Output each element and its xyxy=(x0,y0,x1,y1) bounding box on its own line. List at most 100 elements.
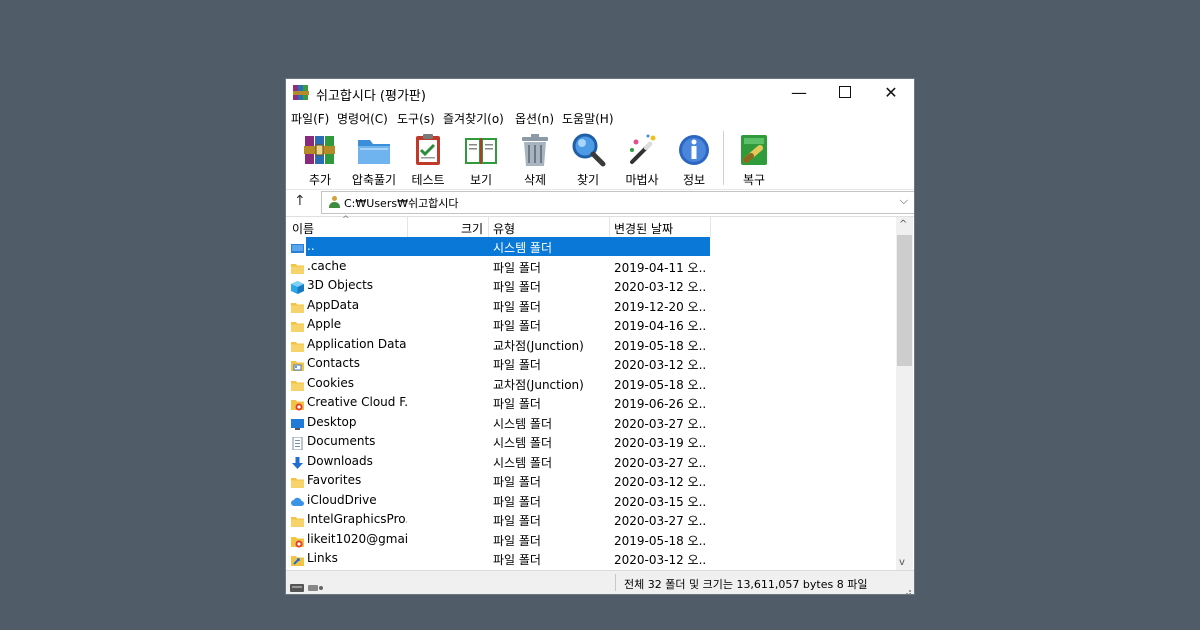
file-row-documents[interactable]: Documents 시스템 폴더 2020-03-19 오... xyxy=(286,432,896,452)
drive-status-icon[interactable] xyxy=(290,578,324,592)
user-folder-icon xyxy=(329,196,340,208)
file-row-appdata[interactable]: AppData 파일 폴더 2019-12-20 오... xyxy=(286,296,896,316)
file-modified: 2020-03-27 오... xyxy=(614,455,706,470)
file-name: AppData xyxy=(307,297,360,312)
scroll-up-icon[interactable]: ^ xyxy=(899,219,907,230)
info-button[interactable]: 정보 xyxy=(674,132,714,188)
file-type: 파일 폴더 xyxy=(493,358,541,372)
wizard-button[interactable]: 마법사 xyxy=(620,132,664,188)
chevron-down-icon[interactable]: ⌵ xyxy=(900,194,908,208)
file-row-favorites[interactable]: Favorites 파일 폴더 2020-03-12 오... xyxy=(286,471,896,491)
file-row-links[interactable]: Links 파일 폴더 2020-03-12 오... xyxy=(286,549,896,569)
file-row-intelgraphicspro[interactable]: IntelGraphicsPro... 파일 폴더 2020-03-27 오... xyxy=(286,510,896,530)
column-header: 이름 ^ 크기 유형 변경된 날짜 xyxy=(286,215,896,237)
extract-label: 압축풀기 xyxy=(351,173,397,187)
folder-icon xyxy=(291,260,304,274)
document-icon xyxy=(291,435,304,451)
folder-icon xyxy=(291,513,304,527)
add-archive-icon xyxy=(302,132,338,168)
file-row-cache[interactable]: .cache 파일 폴더 2019-04-11 오... xyxy=(286,257,896,277)
test-button[interactable]: 테스트 xyxy=(406,132,450,188)
file-name: iCloudDrive xyxy=(307,492,377,507)
extract-folder-icon xyxy=(356,132,392,168)
up-folder-icon[interactable]: ↑ xyxy=(294,193,306,209)
file-name: Cookies xyxy=(307,375,354,390)
scroll-thumb[interactable] xyxy=(897,235,912,366)
file-type: 교차점(Junction) xyxy=(493,377,584,392)
column-name[interactable]: 이름 xyxy=(292,220,314,237)
file-row-likeit1020-gmai[interactable]: likeit1020@gmai... 파일 폴더 2019-05-18 오... xyxy=(286,530,896,550)
menu-bar: 파일(F) 명령어(C) 도구(s) 즐겨찾기(o) 옵션(n) 도움말(H) xyxy=(286,107,914,129)
file-row-downloads[interactable]: Downloads 시스템 폴더 2020-03-27 오... xyxy=(286,452,896,472)
file-row-application-data[interactable]: Application Data 교차점(Junction) 2019-05-18 … xyxy=(286,335,896,355)
status-bar: 전체 32 폴더 및 크기는 13,611,057 bytes 8 파일 xyxy=(286,570,914,594)
file-row-iclouddrive[interactable]: iCloudDrive 파일 폴더 2020-03-15 오... xyxy=(286,491,896,511)
address-field[interactable]: C:₩Users₩쉬고합시다 ⌵ xyxy=(321,191,914,214)
file-list: 이름 ^ 크기 유형 변경된 날짜 .. 시스템 폴더 .cache 파일 폴더 201… xyxy=(286,215,914,570)
file-type: 시스템 폴더 xyxy=(493,416,553,431)
file-modified: 2019-12-20 오... xyxy=(614,299,706,314)
toolbar-separator xyxy=(723,131,724,185)
file-name: 3D Objects xyxy=(307,278,374,292)
file-row-3d-objects[interactable]: 3D Objects 파일 폴더 2020-03-12 오... xyxy=(286,276,896,296)
desktop-icon xyxy=(291,416,304,430)
file-row-desktop[interactable]: Desktop 시스템 폴더 2020-03-27 오... xyxy=(286,413,896,433)
repair-icon xyxy=(736,132,772,168)
close-icon: ✕ xyxy=(884,83,898,102)
view-label: 보기 xyxy=(469,173,493,187)
extract-button[interactable]: 압축풀기 xyxy=(346,132,402,188)
maximize-icon xyxy=(839,86,851,98)
delete-button[interactable]: 삭제 xyxy=(516,132,554,188)
winrar-window: 쉬고합시다 (평가판) — ✕ 파일(F) 명령어(C) 도구(s) 즐겨찾기(… xyxy=(286,79,914,594)
file-name: .. xyxy=(307,239,315,253)
file-name: Contacts xyxy=(307,356,360,370)
address-path: C:₩Users₩쉬고합시다 xyxy=(344,197,459,210)
find-button[interactable]: 찾기 xyxy=(568,132,608,188)
close-button[interactable]: ✕ xyxy=(868,79,914,107)
folder-icon xyxy=(291,377,304,391)
winrar-app-icon xyxy=(293,85,309,100)
menu-favorites[interactable]: 즐겨찾기(o) xyxy=(443,110,504,127)
contacts-icon xyxy=(291,357,304,371)
menu-file[interactable]: 파일(F) xyxy=(291,110,329,127)
column-modified[interactable]: 변경된 날짜 xyxy=(614,220,673,237)
file-name: .cache xyxy=(307,258,347,273)
scroll-down-icon[interactable]: v xyxy=(899,557,905,568)
column-type[interactable]: 유형 xyxy=(493,220,515,237)
file-modified: 2019-06-26 오... xyxy=(614,397,706,411)
file-row-apple[interactable]: Apple 파일 폴더 2019-04-16 오... xyxy=(286,315,896,335)
file-type: 파일 폴더 xyxy=(493,280,541,294)
vertical-scrollbar[interactable]: ^ v xyxy=(896,217,913,570)
menu-options[interactable]: 옵션(n) xyxy=(515,110,554,127)
info-label: 정보 xyxy=(682,173,706,187)
toolbar: 추가 압축풀기 테스트 보기 삭제 찾기 마법사 정보 복구 xyxy=(286,129,914,190)
menu-tools[interactable]: 도구(s) xyxy=(397,110,435,127)
title-bar[interactable]: 쉬고합시다 (평가판) — ✕ xyxy=(286,79,914,107)
column-size[interactable]: 크기 xyxy=(461,220,483,237)
icloud-icon xyxy=(291,494,304,507)
status-summary: 전체 32 폴더 및 크기는 13,611,057 bytes 8 파일 xyxy=(624,578,868,591)
info-icon xyxy=(676,132,712,168)
file-type: 파일 폴더 xyxy=(493,299,541,314)
test-label: 테스트 xyxy=(411,173,445,187)
add-button[interactable]: 추가 xyxy=(300,132,340,188)
file-type: 파일 폴더 xyxy=(493,533,541,548)
minimize-button[interactable]: — xyxy=(776,79,822,107)
file-name: Application Data xyxy=(307,336,407,351)
file-row-creative-cloud-f[interactable]: Creative Cloud F... 파일 폴더 2019-06-26 오... xyxy=(286,393,896,413)
menu-commands[interactable]: 명령어(C) xyxy=(337,110,388,127)
file-modified: 2020-03-12 오... xyxy=(614,280,706,294)
menu-help[interactable]: 도움말(H) xyxy=(562,110,614,127)
file-row-contacts[interactable]: Contacts 파일 폴더 2020-03-12 오... xyxy=(286,354,896,374)
repair-button[interactable]: 복구 xyxy=(734,132,774,188)
view-button[interactable]: 보기 xyxy=(460,132,502,188)
file-row-parent[interactable]: .. 시스템 폴더 xyxy=(286,237,896,257)
cube-3d-icon xyxy=(291,279,304,294)
file-modified: 2020-03-19 오... xyxy=(614,436,706,450)
minimize-icon: — xyxy=(791,83,807,102)
folder-icon xyxy=(291,474,304,488)
file-row-cookies[interactable]: Cookies 교차점(Junction) 2019-05-18 오... xyxy=(286,374,896,394)
maximize-button[interactable] xyxy=(822,79,868,107)
resize-grip-icon[interactable] xyxy=(901,583,911,594)
file-modified: 2019-04-11 오... xyxy=(614,260,706,275)
